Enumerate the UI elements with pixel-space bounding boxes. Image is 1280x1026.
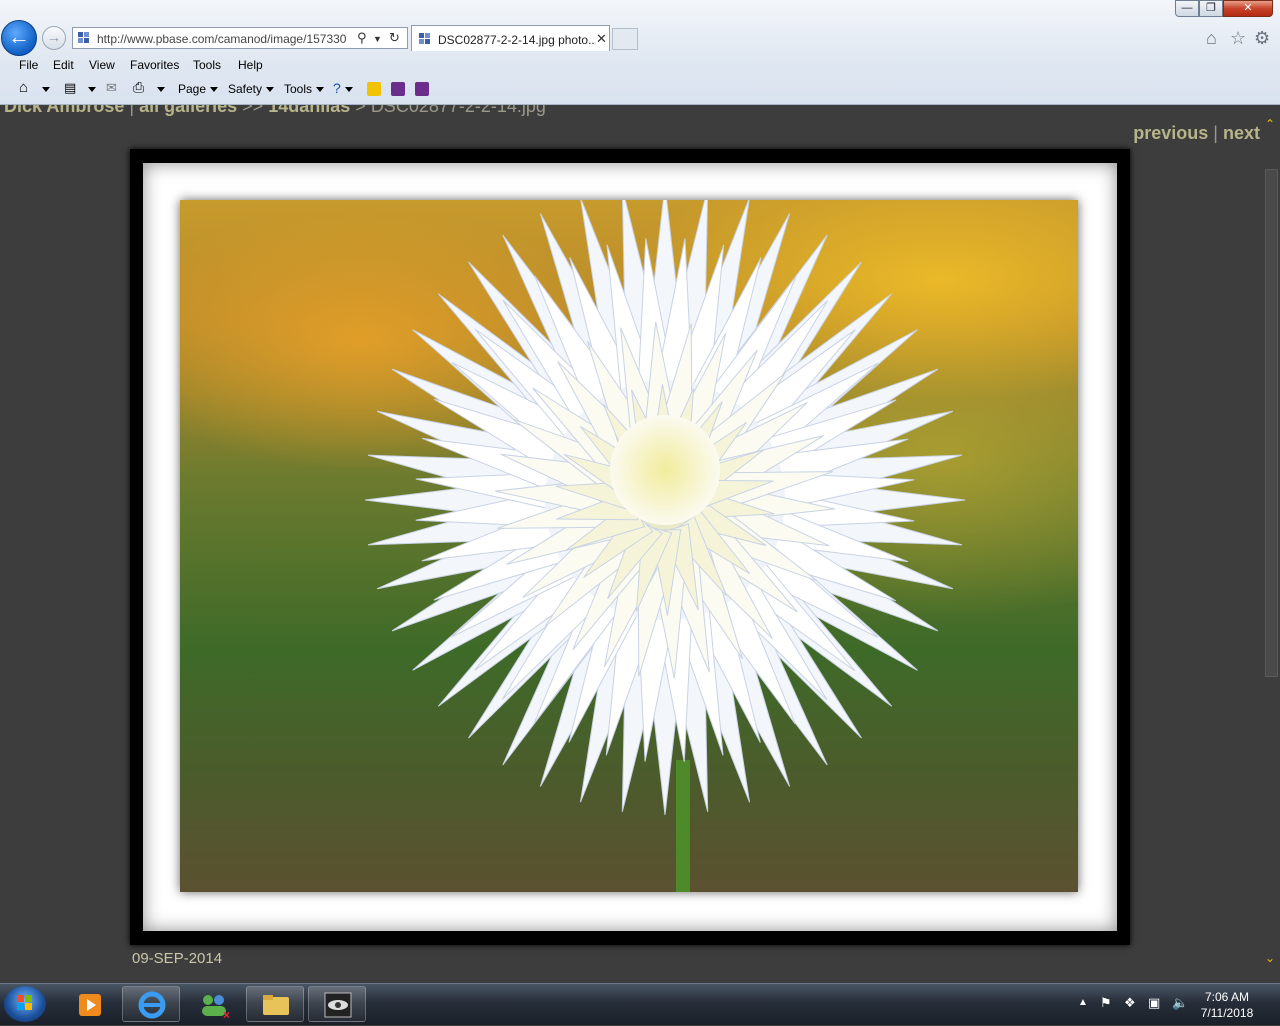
command-bar: ⌂ ▤ ✉ ⎙ Page Safety Tools ?: [0, 79, 1280, 101]
network-icon[interactable]: ▣: [1148, 995, 1160, 1011]
vertical-scrollbar[interactable]: ⌃ ⌄: [1263, 105, 1280, 983]
dropbox-icon[interactable]: ❖: [1124, 995, 1136, 1011]
new-tab-button[interactable]: [612, 28, 638, 50]
taskbar-clock[interactable]: 7:06 AM 7/11/2018: [1194, 989, 1260, 1021]
messenger-taskbar-button[interactable]: ×: [184, 986, 242, 1022]
feeds-icon[interactable]: ▤: [64, 80, 76, 96]
breadcrumb-separator: >: [355, 105, 366, 116]
clock-time: 7:06 AM: [1204, 990, 1250, 1004]
onenote-icon[interactable]: [391, 82, 405, 96]
scroll-thumb[interactable]: [1265, 169, 1278, 677]
breadcrumb-all-galleries-link[interactable]: all galleries: [139, 105, 237, 116]
page-content: Dick Ambrose | all galleries >> 14dahlia…: [0, 105, 1263, 983]
home-icon[interactable]: ⌂: [19, 79, 28, 96]
pager: previous | next: [1133, 123, 1260, 144]
address-bar[interactable]: http://www.pbase.com/camanod/image/15733…: [72, 27, 408, 49]
chevron-down-icon[interactable]: ▼: [373, 34, 382, 44]
breadcrumb-separator: >>: [242, 105, 264, 116]
scroll-up-icon[interactable]: ⌃: [1265, 117, 1275, 131]
action-center-flag-icon[interactable]: ⚑: [1100, 995, 1112, 1011]
search-icon[interactable]: ⚲: [357, 30, 367, 46]
tab-close-icon[interactable]: ✕: [596, 31, 607, 47]
file-explorer-taskbar-button[interactable]: [246, 986, 304, 1022]
windows-taskbar: × ▲ ⚑ ❖ ▣ 🔈 7:06 AM 7/11/2018: [0, 983, 1280, 1025]
dahlia-photo[interactable]: [180, 200, 1078, 892]
print-icon[interactable]: ⎙: [133, 79, 144, 96]
menu-bar: File Edit View Favorites Tools Help: [0, 56, 1280, 76]
photo-frame: [130, 149, 1130, 945]
pager-separator: |: [1213, 123, 1218, 143]
print-dropdown[interactable]: [153, 82, 165, 96]
java-icon[interactable]: [367, 82, 381, 96]
start-button[interactable]: [4, 986, 46, 1022]
address-url[interactable]: http://www.pbase.com/camanod/image/15733…: [97, 32, 353, 46]
menu-favorites[interactable]: Favorites: [130, 58, 179, 72]
browser-chrome: — ❐ ✕ ← → http://www.pbase.com/camanod/i…: [0, 0, 1280, 105]
next-link[interactable]: next: [1223, 123, 1260, 143]
close-button[interactable]: ✕: [1223, 0, 1273, 17]
refresh-icon[interactable]: ↻: [389, 30, 400, 46]
home-dropdown[interactable]: [38, 82, 50, 96]
breadcrumb-current: DSC02877-2-2-14.jpg: [370, 105, 546, 116]
arrow-right-icon: →: [47, 29, 61, 45]
pbase-favicon-icon: [78, 32, 89, 43]
breadcrumb-separator: |: [129, 105, 135, 116]
photo-mat: [143, 163, 1117, 931]
page-menu[interactable]: Page: [178, 82, 218, 96]
tools-menu[interactable]: Tools: [284, 82, 324, 96]
menu-file[interactable]: File: [19, 58, 38, 72]
breadcrumb: Dick Ambrose | all galleries >> 14dahlia…: [4, 105, 546, 117]
minimize-button[interactable]: —: [1175, 0, 1199, 17]
people-icon: ×: [202, 995, 230, 1022]
maximize-button[interactable]: ❐: [1199, 0, 1223, 17]
breadcrumb-author-link[interactable]: Dick Ambrose: [4, 105, 124, 116]
clock-date: 7/11/2018: [1200, 1006, 1254, 1020]
menu-edit[interactable]: Edit: [53, 58, 74, 72]
volume-muted-icon[interactable]: 🔈: [1172, 995, 1188, 1011]
menu-view[interactable]: View: [89, 58, 115, 72]
favorites-star-icon[interactable]: ☆: [1230, 28, 1246, 49]
white-dahlia-illustration: [364, 200, 966, 892]
photo-date-caption: 09-SEP-2014: [132, 950, 223, 967]
tab-active[interactable]: DSC02877-2-2-14.jpg photo... ✕: [411, 25, 610, 51]
feeds-dropdown[interactable]: [84, 82, 96, 96]
internet-explorer-icon: [138, 991, 166, 1019]
menu-help[interactable]: Help: [238, 58, 263, 72]
media-player-taskbar-button[interactable]: [60, 986, 118, 1022]
eye-icon: [324, 992, 352, 1018]
settings-gear-icon[interactable]: ⚙: [1254, 28, 1270, 49]
forward-button[interactable]: →: [42, 26, 66, 50]
screen-capture-taskbar-button[interactable]: [308, 986, 366, 1022]
mail-icon[interactable]: ✉: [106, 80, 117, 96]
home-icon[interactable]: ⌂: [1206, 28, 1217, 49]
folder-icon: [263, 995, 289, 1015]
show-hidden-icons-icon[interactable]: ▲: [1078, 997, 1088, 1008]
windows-logo-icon: [17, 995, 32, 1010]
breadcrumb-gallery-link[interactable]: 14dahlias: [268, 105, 350, 116]
media-player-icon: [79, 994, 101, 1016]
internet-explorer-taskbar-button[interactable]: [122, 986, 180, 1022]
scroll-down-icon[interactable]: ⌄: [1265, 951, 1275, 965]
svg-text:×: ×: [223, 1008, 230, 1022]
tab-title: DSC02877-2-2-14.jpg photo...: [438, 33, 596, 47]
help-icon[interactable]: ?: [333, 80, 353, 96]
arrow-left-icon: ←: [8, 24, 30, 49]
onenote-send-icon[interactable]: [415, 82, 429, 96]
menu-tools[interactable]: Tools: [193, 58, 221, 72]
pbase-favicon-icon: [419, 33, 430, 44]
back-button[interactable]: ←: [1, 20, 37, 56]
previous-link[interactable]: previous: [1133, 123, 1208, 143]
safety-menu[interactable]: Safety: [228, 82, 274, 96]
